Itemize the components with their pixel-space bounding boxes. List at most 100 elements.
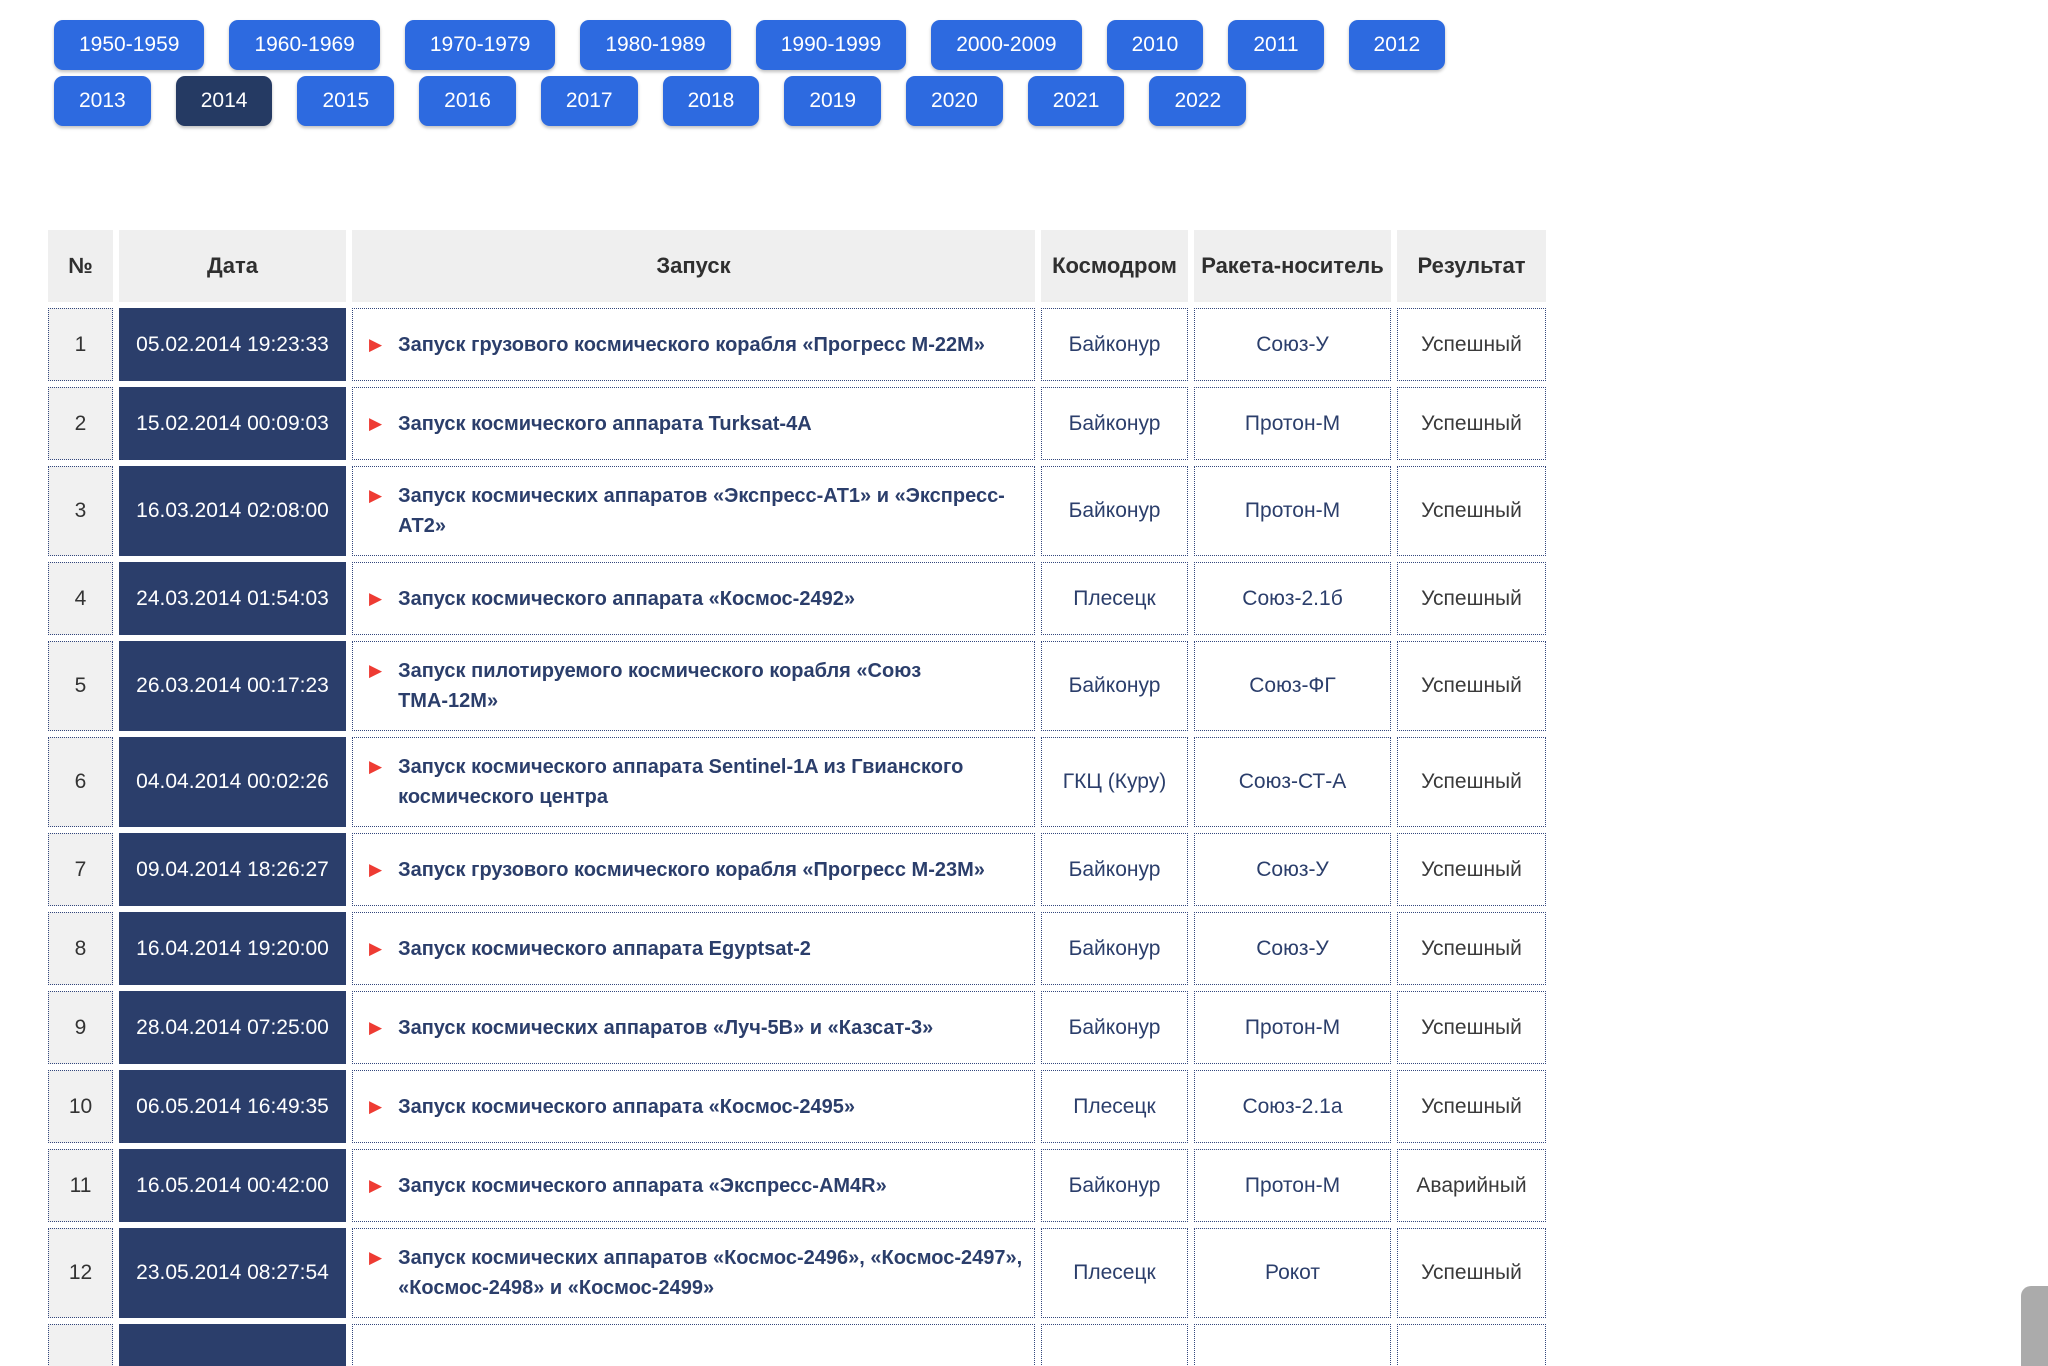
- row-number-cell: 11: [48, 1149, 113, 1222]
- row-number-cell: [48, 1324, 113, 1366]
- row-number-cell: 8: [48, 912, 113, 985]
- launch-link[interactable]: Запуск космических аппаратов «Экспресс-А…: [398, 481, 1024, 541]
- year-filter-button-2013[interactable]: 2013: [54, 76, 151, 126]
- date-cell: 16.05.2014 00:42:00: [119, 1149, 346, 1222]
- column-header: Космодром: [1041, 230, 1188, 302]
- year-filter-button-2019[interactable]: 2019: [784, 76, 882, 126]
- table-row: 5 26.03.2014 00:17:23 ▶ Запуск пилотируемог…: [48, 641, 1546, 731]
- launch-marker-icon: ▶: [369, 413, 383, 433]
- launch-link[interactable]: Запуск космического аппарата Turksat-4A: [398, 409, 812, 439]
- launch-marker-icon: ▶: [369, 588, 383, 608]
- rocket-cell: [1194, 1324, 1391, 1366]
- launch-marker-icon: ▶: [369, 1175, 383, 1195]
- row-number-cell: 7: [48, 833, 113, 906]
- launch-link[interactable]: Запуск грузового космического корабля «П…: [398, 330, 985, 360]
- year-filter-button-2017[interactable]: 2017: [540, 76, 638, 126]
- year-filter-button-2000-2009[interactable]: 2000-2009: [931, 20, 1082, 70]
- year-filter-button-2015[interactable]: 2015: [297, 76, 395, 126]
- table-row: 12 23.05.2014 08:27:54 ▶ Запуск космических…: [48, 1228, 1546, 1318]
- scrollbar-thumb[interactable]: [2021, 1286, 2048, 1366]
- date-cell: 06.05.2014 16:49:35: [119, 1070, 346, 1143]
- launch-link[interactable]: Запуск космического аппарата «Экспресс-А…: [398, 1171, 887, 1201]
- launch-cell: ▶ Запуск космических аппаратов «Экспресс-…: [352, 466, 1035, 556]
- table-row: 6 04.04.2014 00:02:26 ▶ Запуск космического…: [48, 737, 1546, 827]
- row-number-cell: 12: [48, 1228, 113, 1318]
- year-filter-button-2021[interactable]: 2021: [1027, 76, 1125, 126]
- launch-link[interactable]: Запуск космического аппарата Egyptsat-2: [398, 934, 811, 964]
- launch-cell: ▶ Запуск пилотируемого космического кораб…: [352, 641, 1035, 731]
- table-row: 11 16.05.2014 00:42:00 ▶ Запуск космическог…: [48, 1149, 1546, 1222]
- column-header: Дата: [119, 230, 346, 302]
- launch-link[interactable]: Запуск космического аппарата «Космос-249…: [398, 584, 855, 614]
- year-filter-button-2011[interactable]: 2011: [1228, 20, 1324, 70]
- table-header-row: № Дата Запуск Космодром Ракета-носитель Резул…: [48, 230, 1546, 302]
- result-cell: Успешный: [1397, 991, 1546, 1064]
- cosmodrome-cell: Плесецк: [1041, 562, 1188, 635]
- date-cell: 26.03.2014 00:17:23: [119, 641, 346, 731]
- launch-cell: ▶ Запуск грузового космического корабля «…: [352, 308, 1035, 381]
- date-cell: 24.03.2014 01:54:03: [119, 562, 346, 635]
- year-filter-button-2010[interactable]: 2010: [1106, 20, 1204, 70]
- launch-cell: ▶ Запуск космического аппарата «Космос-24…: [352, 1070, 1035, 1143]
- cosmodrome-cell: Плесецк: [1041, 1228, 1188, 1318]
- rocket-cell: Союз-2.1а: [1194, 1070, 1391, 1143]
- rocket-cell: Союз-2.1б: [1194, 562, 1391, 635]
- launch-link[interactable]: Запуск пилотируемого космического корабл…: [398, 656, 1024, 716]
- launch-marker-icon: ▶: [369, 486, 383, 505]
- result-cell: Успешный: [1397, 387, 1546, 460]
- table-row: 4 24.03.2014 01:54:03 ▶ Запуск космического…: [48, 562, 1546, 635]
- year-filter-button-2012[interactable]: 2012: [1348, 20, 1446, 70]
- launch-cell: [352, 1324, 1035, 1366]
- column-header: №: [48, 230, 113, 302]
- year-filter-button-2016[interactable]: 2016: [419, 76, 516, 126]
- year-filter-button-2022[interactable]: 2022: [1149, 76, 1247, 126]
- year-filter-button-2020[interactable]: 2020: [906, 76, 1003, 126]
- date-cell: 16.03.2014 02:08:00: [119, 466, 346, 556]
- rocket-cell: Протон-М: [1194, 1149, 1391, 1222]
- year-filter-button-1970-1979[interactable]: 1970-1979: [404, 20, 556, 70]
- launch-link[interactable]: Запуск космических аппаратов «Луч-5В» и …: [398, 1013, 933, 1043]
- launch-link[interactable]: Запуск космических аппаратов «Космос-249…: [398, 1243, 1024, 1303]
- result-cell: Успешный: [1397, 912, 1546, 985]
- rocket-cell: Союз-СТ-А: [1194, 737, 1391, 827]
- launch-link[interactable]: Запуск космического аппарата «Космос-249…: [398, 1092, 855, 1122]
- table-row: 10 06.05.2014 16:49:35 ▶ Запуск космическог…: [48, 1070, 1546, 1143]
- rocket-cell: Союз-У: [1194, 833, 1391, 906]
- launch-link[interactable]: Запуск грузового космического корабля «П…: [398, 855, 985, 885]
- launch-link[interactable]: Запуск космического аппарата Sentinel-1A…: [398, 752, 1024, 812]
- table-row: 1 05.02.2014 19:23:33 ▶ Запуск грузового ко…: [48, 308, 1546, 381]
- date-cell: 28.04.2014 07:25:00: [119, 991, 346, 1064]
- year-filter-button-2014[interactable]: 2014: [175, 76, 273, 126]
- result-cell: Успешный: [1397, 466, 1546, 556]
- column-header: Запуск: [352, 230, 1035, 302]
- cosmodrome-cell: Байконур: [1041, 387, 1188, 460]
- date-cell: [119, 1324, 346, 1366]
- result-cell: Успешный: [1397, 641, 1546, 731]
- launches-table: № Дата Запуск Космодром Ракета-носитель Резул…: [42, 224, 1552, 1366]
- launch-cell: ▶ Запуск космических аппаратов «Космос-24…: [352, 1228, 1035, 1318]
- result-cell: [1397, 1324, 1546, 1366]
- launch-cell: ▶ Запуск космического аппарата «Космос-24…: [352, 562, 1035, 635]
- year-filter-button-1990-1999[interactable]: 1990-1999: [755, 20, 907, 70]
- year-filter-button-2018[interactable]: 2018: [662, 76, 760, 126]
- row-number-cell: 9: [48, 991, 113, 1064]
- year-filter-button-1980-1989[interactable]: 1980-1989: [580, 20, 731, 70]
- result-cell: Аварийный: [1397, 1149, 1546, 1222]
- launch-cell: ▶ Запуск космического аппарата «Экспресс-…: [352, 1149, 1035, 1222]
- rocket-cell: Союз-У: [1194, 912, 1391, 985]
- cosmodrome-cell: Байконур: [1041, 466, 1188, 556]
- result-cell: Успешный: [1397, 833, 1546, 906]
- cosmodrome-cell: ГКЦ (Куру): [1041, 737, 1188, 827]
- launch-cell: ▶ Запуск космического аппарата Turksat-4A: [352, 387, 1035, 460]
- table-row: 2 15.02.2014 00:09:03 ▶ Запуск космического…: [48, 387, 1546, 460]
- result-cell: Успешный: [1397, 308, 1546, 381]
- cosmodrome-cell: [1041, 1324, 1188, 1366]
- year-filter-button-1960-1969[interactable]: 1960-1969: [229, 20, 380, 70]
- cosmodrome-cell: Байконур: [1041, 912, 1188, 985]
- year-filter-button-1950-1959[interactable]: 1950-1959: [54, 20, 205, 70]
- rocket-cell: Рокот: [1194, 1228, 1391, 1318]
- date-cell: 15.02.2014 00:09:03: [119, 387, 346, 460]
- date-cell: 23.05.2014 08:27:54: [119, 1228, 346, 1318]
- cosmodrome-cell: Байконур: [1041, 641, 1188, 731]
- launch-cell: ▶ Запуск космического аппарата Sentinel-1…: [352, 737, 1035, 827]
